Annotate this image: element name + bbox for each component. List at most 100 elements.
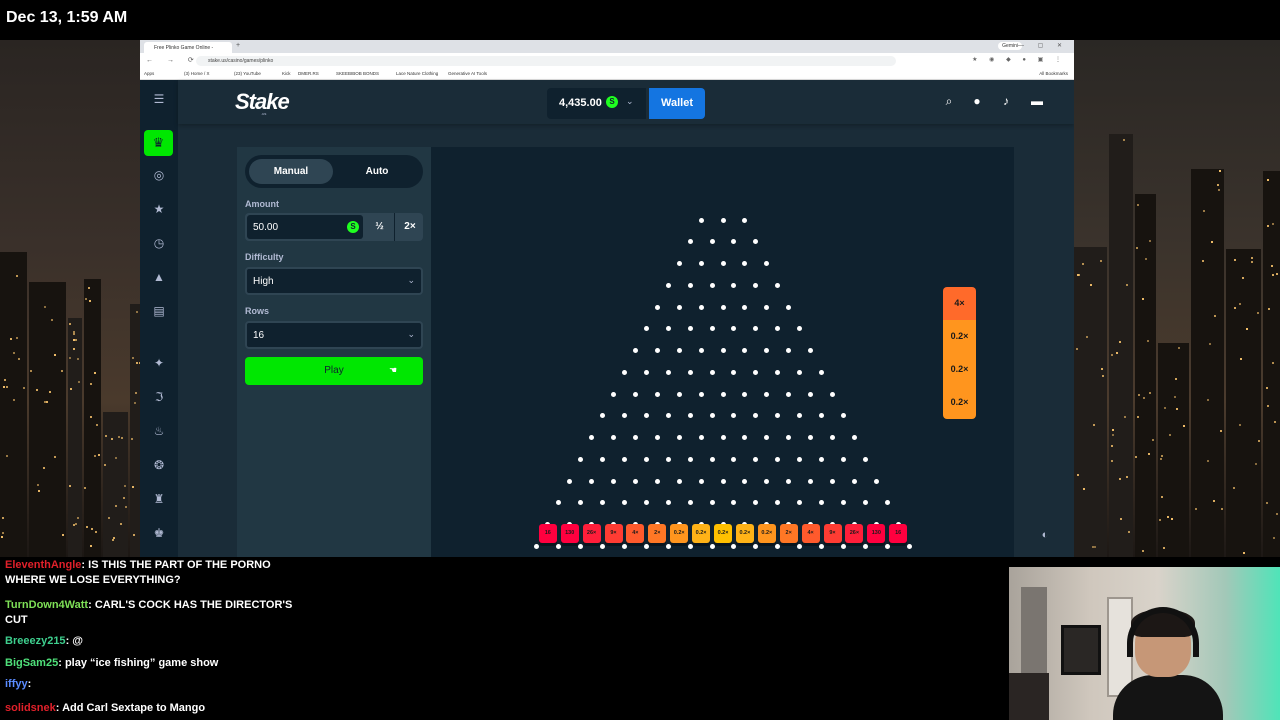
window-light [88,287,91,290]
window-light [88,300,91,303]
window-light [36,388,39,391]
city-background-right [1074,40,1280,557]
chat-username[interactable]: TurnDown4Watt [5,599,88,611]
window-light [1137,394,1140,397]
new-releases-icon[interactable]: ✦ [150,354,168,372]
menu-icon[interactable]: ☰ [150,90,168,108]
casino-icon[interactable]: ♛ [144,130,173,156]
game-shows-icon[interactable]: ♚ [150,524,168,542]
multiplier-bucket: 16 [889,524,908,543]
all-bookmarks[interactable]: All Bookmarks [1039,71,1068,76]
window-light [1272,223,1274,226]
plinko-peg [687,500,693,506]
bookmark-item[interactable]: SKEEBIBOB BONDS [336,71,379,76]
plinko-peg [731,369,737,375]
bookmark-item[interactable]: Apps [144,71,154,76]
chat-username[interactable]: iffyy [5,678,28,690]
plinko-peg [698,261,704,266]
window-light [104,435,107,438]
bookmark-item[interactable]: (23) YouTube [234,71,261,76]
window-light [15,336,18,339]
plinko-peg [698,217,704,223]
window-light [13,399,16,402]
window-light [132,534,135,537]
plinko-peg [819,500,825,506]
bookmark-item[interactable]: (3) Home / X [184,71,210,76]
window-light [18,358,21,361]
recent-icon[interactable]: ◷ [150,234,168,252]
bookmark-item[interactable]: Generative AI Tools [448,71,487,76]
window-light [1177,346,1180,349]
chat-username[interactable]: BigSam25 [5,657,58,669]
auto-tab[interactable]: Auto [335,159,419,184]
my-bets-icon[interactable]: ▤ [150,302,168,320]
bookmark-item[interactable]: Lace Nature Clothing [396,71,438,76]
balance-value: 4,435.00 [559,97,602,109]
new-tab-icon[interactable]: + [236,42,240,49]
chat-username[interactable]: solidsnek [5,702,56,714]
extension-icons[interactable]: ★ ◉ ◆ ● ▣ ⋮ [972,56,1066,63]
plinko-peg [643,369,649,375]
hot-icon[interactable]: ♨ [150,422,168,440]
building-silhouette [28,281,66,557]
window-light [2,386,5,389]
chat-username[interactable]: Breeezy215 [5,635,66,647]
manual-tab[interactable]: Manual [249,159,333,184]
window-light [1217,184,1220,187]
window-light [135,311,138,314]
bookmark-item[interactable]: DMER.RS [298,71,319,76]
plinko-peg [840,500,846,506]
plinko-peg [687,413,693,419]
window-light [123,497,126,500]
support-headset-icon[interactable]: ◐ [1036,529,1054,547]
live-casino-icon[interactable]: ♜ [150,490,168,508]
url-input[interactable]: stake.us/casino/games/plinko [196,56,896,66]
building-silhouette [83,279,101,557]
chat-username[interactable]: EleventhAngle [5,559,81,571]
webcam-chair [1009,673,1049,720]
wallet-button[interactable]: Wallet [649,88,705,119]
plinko-peg [731,282,737,288]
slots-icon[interactable]: ❂ [150,456,168,474]
plinko-peg [611,435,616,440]
multiplier-bucket: 26× [845,524,864,543]
difficulty-select[interactable]: High ⌄ [245,267,423,295]
chevron-down-icon[interactable]: ⌄ [626,96,634,107]
double-bet-button[interactable]: 2× [395,213,425,241]
plinko-peg [764,348,770,353]
building-silhouette [1108,134,1134,557]
webcam-door [1021,587,1047,682]
multiplier-bucket: 4× [626,524,645,543]
window-light [77,517,80,520]
window-light [1272,274,1275,277]
sports-icon[interactable]: ◎ [150,166,168,184]
user-icon[interactable]: ● [969,94,985,108]
chat-icon[interactable]: ▬ [1029,94,1045,108]
favourites-icon[interactable]: ★ [150,200,168,218]
window-light [1163,406,1166,409]
plinko-peg [764,261,770,266]
balance-display[interactable]: 4,435.00 S ⌄ [547,88,646,119]
plinko-peg [786,391,792,397]
challenges-icon[interactable]: ▲ [150,268,168,286]
window-light [1125,476,1128,479]
plinko-peg [600,543,606,549]
plinko-peg [621,543,627,549]
rows-select[interactable]: 16 ⌄ [245,321,423,349]
window-light [1,531,4,534]
plinko-peg [764,304,770,310]
search-icon[interactable]: ⌕ [941,94,957,109]
history-result: 0.2× [943,386,976,419]
plinko-peg [906,543,912,549]
amount-input[interactable] [247,215,363,239]
window-controls[interactable]: — ▢ ✕ [1018,42,1068,49]
browser-tab[interactable]: Free Plinko Game Online - [144,42,232,53]
notifications-icon[interactable]: ♪ [998,94,1014,108]
plinko-peg [753,413,759,419]
window-light [1243,552,1246,555]
half-bet-button[interactable]: ½ [365,213,395,241]
plinko-peg [709,326,715,332]
bookmark-item[interactable]: Kick [282,71,291,76]
originals-icon[interactable]: ℑ [150,388,168,406]
window-light [5,385,8,388]
